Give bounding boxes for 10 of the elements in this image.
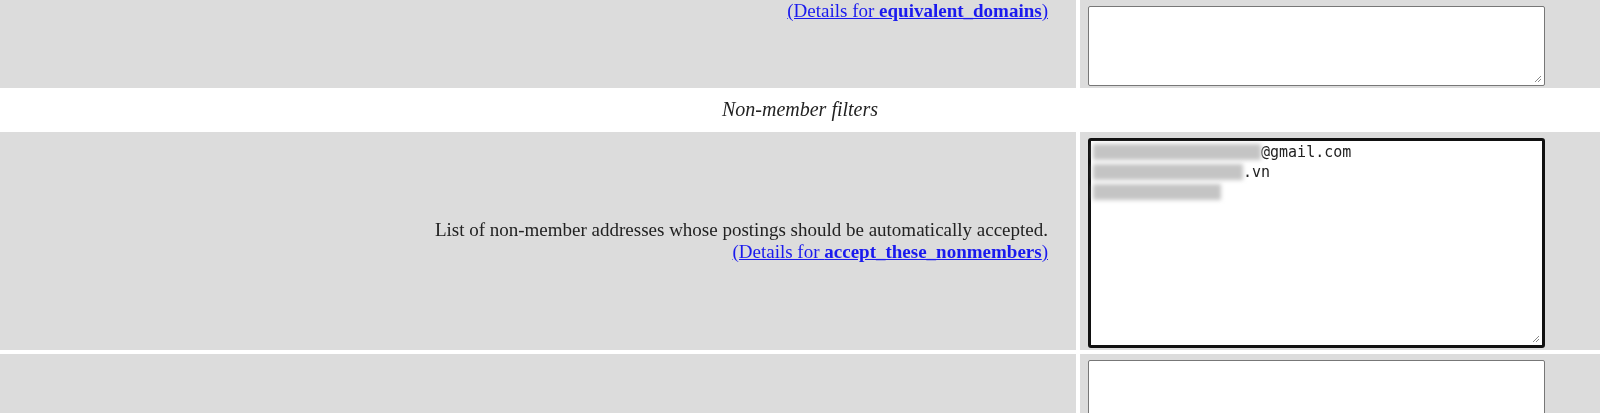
setting-description: List of non-member addresses whose postings should be automatically accepted.	[434, 219, 1048, 241]
resize-grip-icon[interactable]	[1531, 334, 1540, 343]
text-area[interactable]	[1088, 6, 1545, 86]
details-link[interactable]: (Details for accept_these_nonmembers)	[732, 241, 1048, 263]
resize-grip-icon[interactable]	[1533, 74, 1542, 83]
details-link[interactable]: (Details for equivalent_domains)	[787, 0, 1048, 22]
address-text: .vn	[1243, 162, 1271, 182]
address-text: @gmail.com	[1261, 142, 1352, 162]
text-area[interactable]: @gmail.com .vn	[1088, 138, 1545, 348]
text-area[interactable]	[1088, 360, 1545, 413]
